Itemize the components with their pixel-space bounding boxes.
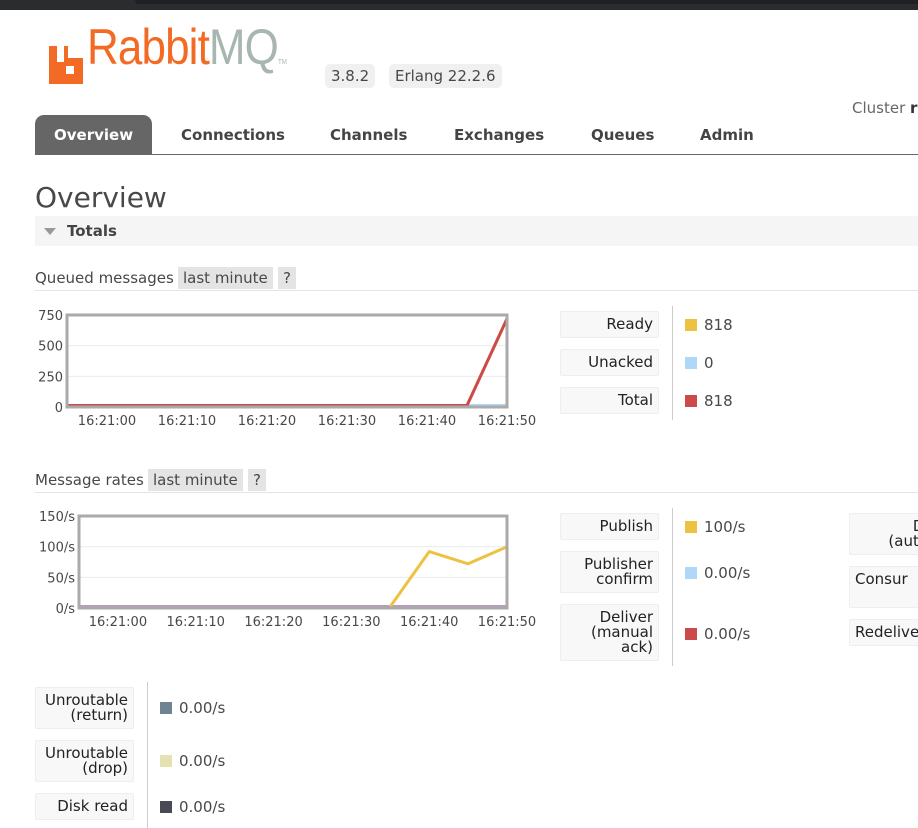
extra-legend-divider <box>147 682 148 828</box>
legend-label-ready: Ready <box>560 311 659 338</box>
browser-top-bar <box>0 0 918 10</box>
legend-label-deliver-auto-ack: Deli(auto a <box>849 513 918 555</box>
publish-swatch-icon <box>685 521 697 533</box>
queued-help-button[interactable]: ? <box>278 267 296 289</box>
legend-label-publisher-confirm: Publisher confirm <box>560 551 659 593</box>
publisher-confirm-swatch-icon <box>685 567 697 579</box>
legend-label-deliver-manual-ack: Deliver (manual ack) <box>560 604 659 661</box>
tab-exchanges[interactable]: Exchanges <box>435 115 563 155</box>
rates-range-selector[interactable]: last minute <box>148 469 243 491</box>
queued-x-tick-label: 16:21:50 <box>478 414 536 429</box>
tab-admin[interactable]: Admin <box>681 115 773 155</box>
totals-section-title: Totals <box>67 222 117 240</box>
legend-divider <box>672 306 673 420</box>
unroutable-return-swatch-icon <box>160 702 172 714</box>
rabbitmq-logo[interactable]: RabbitMQTM <box>49 22 314 86</box>
tab-overview[interactable]: Overview <box>35 115 153 155</box>
totals-section-toggle[interactable]: Totals <box>35 216 918 246</box>
queued-y-tick-label: 500 <box>38 340 63 355</box>
logo-wordmark: RabbitMQTM <box>87 19 287 75</box>
deliver-manual-ack-swatch-icon <box>685 628 697 640</box>
legend-value-deliver-manual-ack: 0.00/s <box>685 625 750 643</box>
ready-swatch-icon <box>685 319 697 331</box>
legend-label-unroutable-return: Unroutable (return) <box>35 687 134 729</box>
tab-queues[interactable]: Queues <box>572 115 673 155</box>
rates-y-tick-label: 0/s <box>56 602 76 617</box>
rates-plot-area <box>79 516 507 608</box>
queued-range-selector[interactable]: last minute <box>178 267 273 289</box>
legend-value-unroutable-drop: 0.00/s <box>160 752 225 770</box>
rates-x-tick-label: 16:21:10 <box>167 615 225 630</box>
legend-label-total: Total <box>560 387 659 414</box>
message-rates-header: Message rates last minute ? <box>35 469 918 493</box>
browser-tab-strip <box>135 0 918 4</box>
rates-x-tick-label: 16:21:50 <box>478 615 536 630</box>
disk-read-swatch-icon <box>160 801 172 813</box>
queued-messages-header: Queued messages last minute ? <box>35 267 918 291</box>
version-badge: 3.8.2 <box>325 64 376 88</box>
queued-y-tick-label: 750 <box>38 309 63 324</box>
legend-value-publish: 100/s <box>685 518 746 536</box>
unacked-swatch-icon <box>685 357 697 369</box>
queued-x-tick-label: 16:21:40 <box>398 414 456 429</box>
queued-y-tick-label: 0 <box>55 401 63 416</box>
legend-label-unacked: Unacked <box>560 349 659 376</box>
rates-x-tick-label: 16:21:00 <box>89 615 147 630</box>
rates-x-tick-label: 16:21:40 <box>400 615 458 630</box>
queued-messages-title: Queued messages <box>35 269 174 287</box>
legend-label-redelivered: Redelive <box>849 619 918 646</box>
rates-x-tick-label: 16:21:30 <box>322 615 380 630</box>
unroutable-drop-swatch-icon <box>160 755 172 767</box>
tab-connections[interactable]: Connections <box>162 115 304 155</box>
collapse-triangle-icon <box>44 228 56 235</box>
page-title: Overview <box>35 181 167 214</box>
queued-x-tick-label: 16:21:00 <box>78 414 136 429</box>
legend-value-unacked: 0 <box>685 354 714 372</box>
queued-messages-chart: 0 250 500 750 16:21:00 16:21:10 16:21:20 16:21:… <box>38 309 536 429</box>
erlang-version-badge: Erlang 22.2.6 <box>389 64 502 88</box>
rabbit-logo-icon <box>49 46 83 84</box>
rates-y-tick-label: 50/s <box>47 571 75 586</box>
rates-x-tick-label: 16:21:20 <box>244 615 302 630</box>
message-rates-title: Message rates <box>35 471 144 489</box>
tab-channels[interactable]: Channels <box>311 115 426 155</box>
legend-label-publish: Publish <box>560 513 659 540</box>
legend-label-unroutable-drop: Unroutable (drop) <box>35 740 134 782</box>
legend-label-consumer-ack: Consur <box>849 566 918 608</box>
rates-legend-divider <box>672 508 673 666</box>
legend-label-disk-read: Disk read <box>35 793 134 820</box>
legend-value-publisher-confirm: 0.00/s <box>685 564 750 582</box>
legend-value-unroutable-return: 0.00/s <box>160 699 225 717</box>
main-nav: Overview Connections Channels Exchanges … <box>35 115 918 155</box>
legend-value-total: 818 <box>685 392 733 410</box>
rates-y-tick-label: 100/s <box>39 541 75 556</box>
queued-x-tick-label: 16:21:30 <box>318 414 376 429</box>
rates-y-tick-label: 150/s <box>39 510 75 525</box>
total-swatch-icon <box>685 395 697 407</box>
rates-help-button[interactable]: ? <box>248 469 266 491</box>
message-rates-chart: 0/s 50/s 100/s 150/s 16:21:00 16:21:10 16:21:2… <box>39 510 536 630</box>
queued-x-tick-label: 16:21:10 <box>158 414 216 429</box>
queued-plot-area <box>67 315 507 407</box>
queued-x-tick-label: 16:21:20 <box>238 414 296 429</box>
legend-value-ready: 818 <box>685 316 733 334</box>
queued-y-tick-label: 250 <box>38 370 63 385</box>
legend-value-disk-read: 0.00/s <box>160 798 225 816</box>
